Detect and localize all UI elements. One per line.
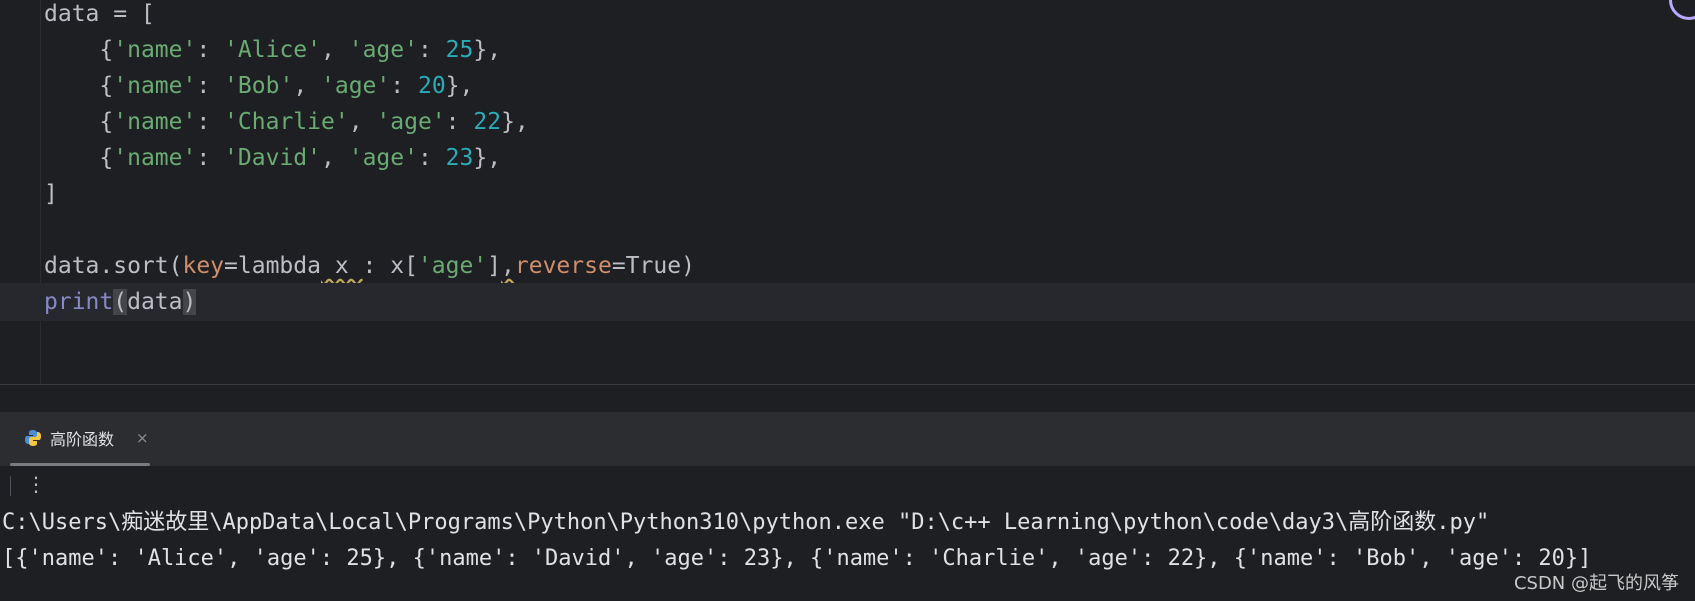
run-tab-label: 高阶函数	[50, 430, 115, 449]
code-line-2: {'name': 'Alice', 'age': 25},	[44, 37, 502, 63]
console-output[interactable]: C:\Users\痴迷故里\AppData\Local\Programs\Pyt…	[0, 504, 1695, 601]
code-line-4: {'name': 'Charlie', 'age': 22},	[44, 109, 529, 135]
code-line-1: data = [	[44, 1, 155, 27]
code-line-3: {'name': 'Bob', 'age': 20},	[44, 73, 474, 99]
gutter-divider	[40, 0, 41, 384]
toolbar-separator	[10, 476, 11, 496]
code-editor[interactable]: data = [ {'name': 'Alice', 'age': 25}, {…	[0, 0, 1695, 384]
run-tab[interactable]: 高阶函数 ×	[10, 412, 150, 464]
console-command-line: C:\Users\痴迷故里\AppData\Local\Programs\Pyt…	[2, 510, 1490, 535]
close-tab-icon[interactable]: ×	[136, 429, 149, 447]
panel-divider	[0, 384, 1695, 385]
console-output-line: [{'name': 'Alice', 'age': 25}, {'name': …	[2, 546, 1592, 571]
python-file-icon	[25, 430, 41, 446]
console-toolbar: ⋮	[0, 466, 1695, 504]
code-line-9-current[interactable]: print(data)	[0, 283, 1695, 321]
code-line-5: {'name': 'David', 'age': 23},	[44, 145, 502, 171]
code-line-8: data.sort(key=lambda x : x['age'],revers…	[44, 253, 695, 279]
more-options-icon[interactable]: ⋮	[26, 472, 46, 496]
watermark: CSDN @起飞的风筝	[1513, 573, 1679, 594]
assistant-logo-icon[interactable]	[1669, 0, 1695, 20]
run-tool-window-header: 高阶函数 ×	[0, 412, 1695, 467]
code-line-6: ]	[44, 181, 58, 207]
